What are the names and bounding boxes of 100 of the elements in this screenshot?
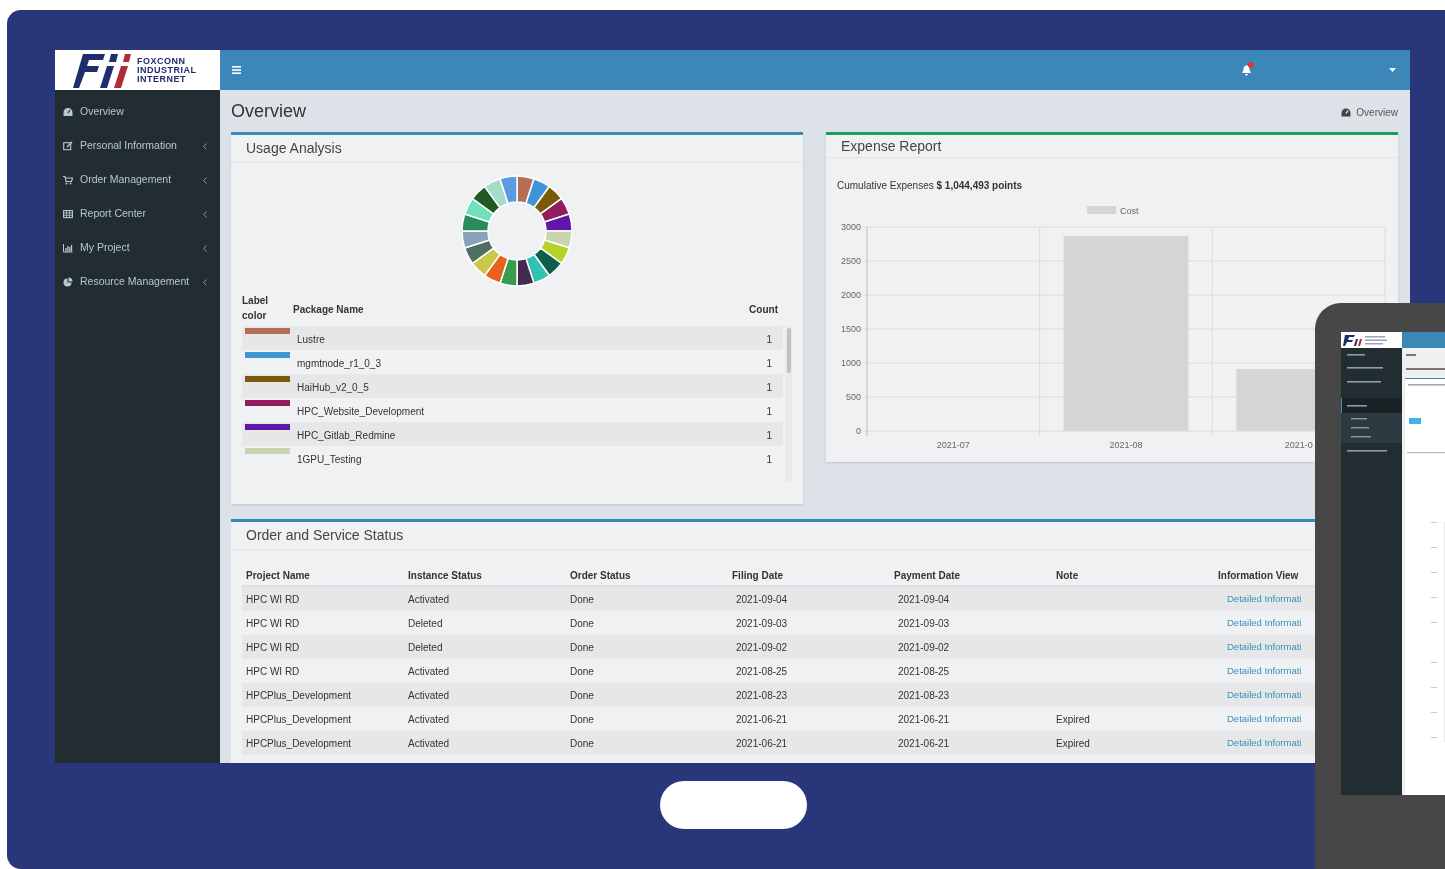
logo-text: FOXCONN <box>137 56 187 66</box>
sidebar-item[interactable]: Overview <box>55 95 220 129</box>
table-cell-text: mgmtnode_r1_0_3 <box>297 357 382 371</box>
table-cell-text: 1 <box>766 429 772 443</box>
column-header: Count <box>749 303 778 317</box>
table-cell-text: Done <box>570 640 595 655</box>
table-cell-text: 2021-09-02 <box>897 640 951 655</box>
logo-text: INDUSTRIAL <box>137 65 197 75</box>
donut-slice <box>483 253 509 285</box>
column-header: Package Name <box>293 303 365 317</box>
table-cell-text: 1 <box>766 405 772 419</box>
table-cell-text: 2021-08-23 <box>735 688 789 703</box>
table-cell-text: 2021-06-21 <box>735 712 789 727</box>
column-header: Project Name <box>246 569 311 583</box>
table-cell-text: Activated <box>408 592 451 607</box>
detail-link[interactable]: Detailed Informati <box>1227 735 1302 751</box>
axis-category-label: 2021-08 <box>1109 440 1143 450</box>
notification-bell[interactable] <box>1241 64 1255 76</box>
table-cell-text: 2021-09-02 <box>735 640 789 655</box>
table-cell-text: HPCPlus_Development <box>246 736 353 751</box>
card-title: Order and Service Status <box>246 526 404 545</box>
table-cell-text: 1GPU_Testing <box>297 453 363 467</box>
axis-tick-label: 3000 <box>840 222 861 232</box>
table-cell-text: Activated <box>408 664 451 679</box>
table-cell-text: 2021-08-23 <box>897 688 951 703</box>
scrollbar-thumb[interactable] <box>786 328 791 373</box>
card-title: Usage Analysis <box>246 139 342 158</box>
table-cell-text: HPC_Website_Development <box>297 405 426 419</box>
summary-text: Cumulative Expenses $ 1,044,493 points <box>837 180 1023 191</box>
chart-legend: Cost <box>1087 205 1139 216</box>
column-header: Payment Date <box>894 569 962 583</box>
table-icon <box>63 209 73 219</box>
edit-icon <box>63 141 73 151</box>
axis-category-label: 2021-0 <box>1284 440 1313 450</box>
table-cell-text: HPC_Gitlab_Redmine <box>297 429 397 443</box>
table-cell-text: HPC WI RD <box>246 640 301 655</box>
scrollbar[interactable] <box>785 326 792 482</box>
bell-icon <box>1241 65 1252 76</box>
table-cell-text: HPCPlus_Development <box>246 688 353 703</box>
dashboard-icon <box>1341 108 1352 117</box>
table-cell-text: HPC WI RD <box>246 664 301 679</box>
table-cell-text: Activated <box>408 688 451 703</box>
sidebar-item[interactable]: Resource Management <box>55 265 220 299</box>
table-cell-text: 2021-09-03 <box>735 616 789 631</box>
column-header: Filing Date <box>732 569 785 583</box>
table-cell-text: Deleted <box>408 616 444 631</box>
axis-tick-label: 500 <box>845 392 861 402</box>
table-cell-text: 2021-08-25 <box>735 664 789 679</box>
axis-tick-label: 1000 <box>840 358 861 368</box>
column-header: Order Status <box>570 569 632 583</box>
table-cell-text: 2021-06-21 <box>735 736 789 751</box>
table-cell-text: Done <box>570 712 595 727</box>
axis-tick-label: 2500 <box>840 256 861 266</box>
column-header: Instance Status <box>408 569 483 583</box>
table-cell-text: Expired <box>1056 712 1091 727</box>
column-header: Label color <box>242 294 270 323</box>
legend-label: Cost <box>1120 205 1139 216</box>
detail-link[interactable]: Detailed Informati <box>1227 639 1302 655</box>
table-cell-text: Done <box>570 688 595 703</box>
donut-slice <box>463 197 495 223</box>
table-cell-text: HPC WI RD <box>246 592 301 607</box>
table-cell-text: Done <box>570 736 595 751</box>
table-cell-text: 1 <box>766 357 772 371</box>
axis-category-label: 2021-07 <box>936 440 970 450</box>
table-cell-text: 2021-06-21 <box>897 736 951 751</box>
pie-chart-icon <box>63 277 73 287</box>
table-cell-text: Deleted <box>408 640 444 655</box>
table-cell-text: 1 <box>766 453 772 467</box>
cart-icon <box>63 175 73 185</box>
menu-icon[interactable] <box>232 66 241 74</box>
table-cell-text: 1 <box>766 333 772 347</box>
breadcrumb-link[interactable]: Overview <box>1356 105 1398 120</box>
table-cell-text: 2021-08-25 <box>897 664 951 679</box>
detail-link[interactable]: Detailed Informati <box>1227 663 1302 679</box>
sidebar-item[interactable]: Report Center <box>55 197 220 231</box>
detail-link[interactable]: Detailed Informati <box>1227 615 1302 631</box>
sidebar-item[interactable]: Order Management <box>55 163 220 197</box>
column-header: Information View <box>1218 569 1300 583</box>
table-cell-text: HPCPlus_Development <box>246 712 353 727</box>
caret-icon[interactable] <box>1389 68 1396 72</box>
axis-tick-label: 0 <box>856 426 861 436</box>
logo-icon <box>73 52 131 88</box>
detail-link[interactable]: Detailed Informati <box>1227 591 1302 607</box>
page-title: Overview <box>231 99 306 123</box>
table-cell-text: 2021-09-03 <box>897 616 951 631</box>
table-cell-text: Done <box>570 592 595 607</box>
donut-slice <box>463 239 495 265</box>
table-cell-text: Done <box>570 664 595 679</box>
table-cell-text: 2021-09-04 <box>735 592 789 607</box>
table-cell-text: 1 <box>766 381 772 395</box>
table-cell-text: Lustre <box>297 333 326 347</box>
table-cell-text: Activated <box>408 712 451 727</box>
table-cell-text: 2021-06-21 <box>897 712 951 727</box>
detail-link[interactable]: Detailed Informati <box>1227 687 1302 703</box>
table-cell-text: HPC WI RD <box>246 616 301 631</box>
detail-link[interactable]: Detailed Informati <box>1227 711 1302 727</box>
sidebar-item[interactable]: Personal Information <box>55 129 220 163</box>
table-cell-text: 2021-09-04 <box>897 592 951 607</box>
table-cell-text: HaiHub_v2_0_5 <box>297 381 370 395</box>
sidebar-item[interactable]: My Project <box>55 231 220 265</box>
